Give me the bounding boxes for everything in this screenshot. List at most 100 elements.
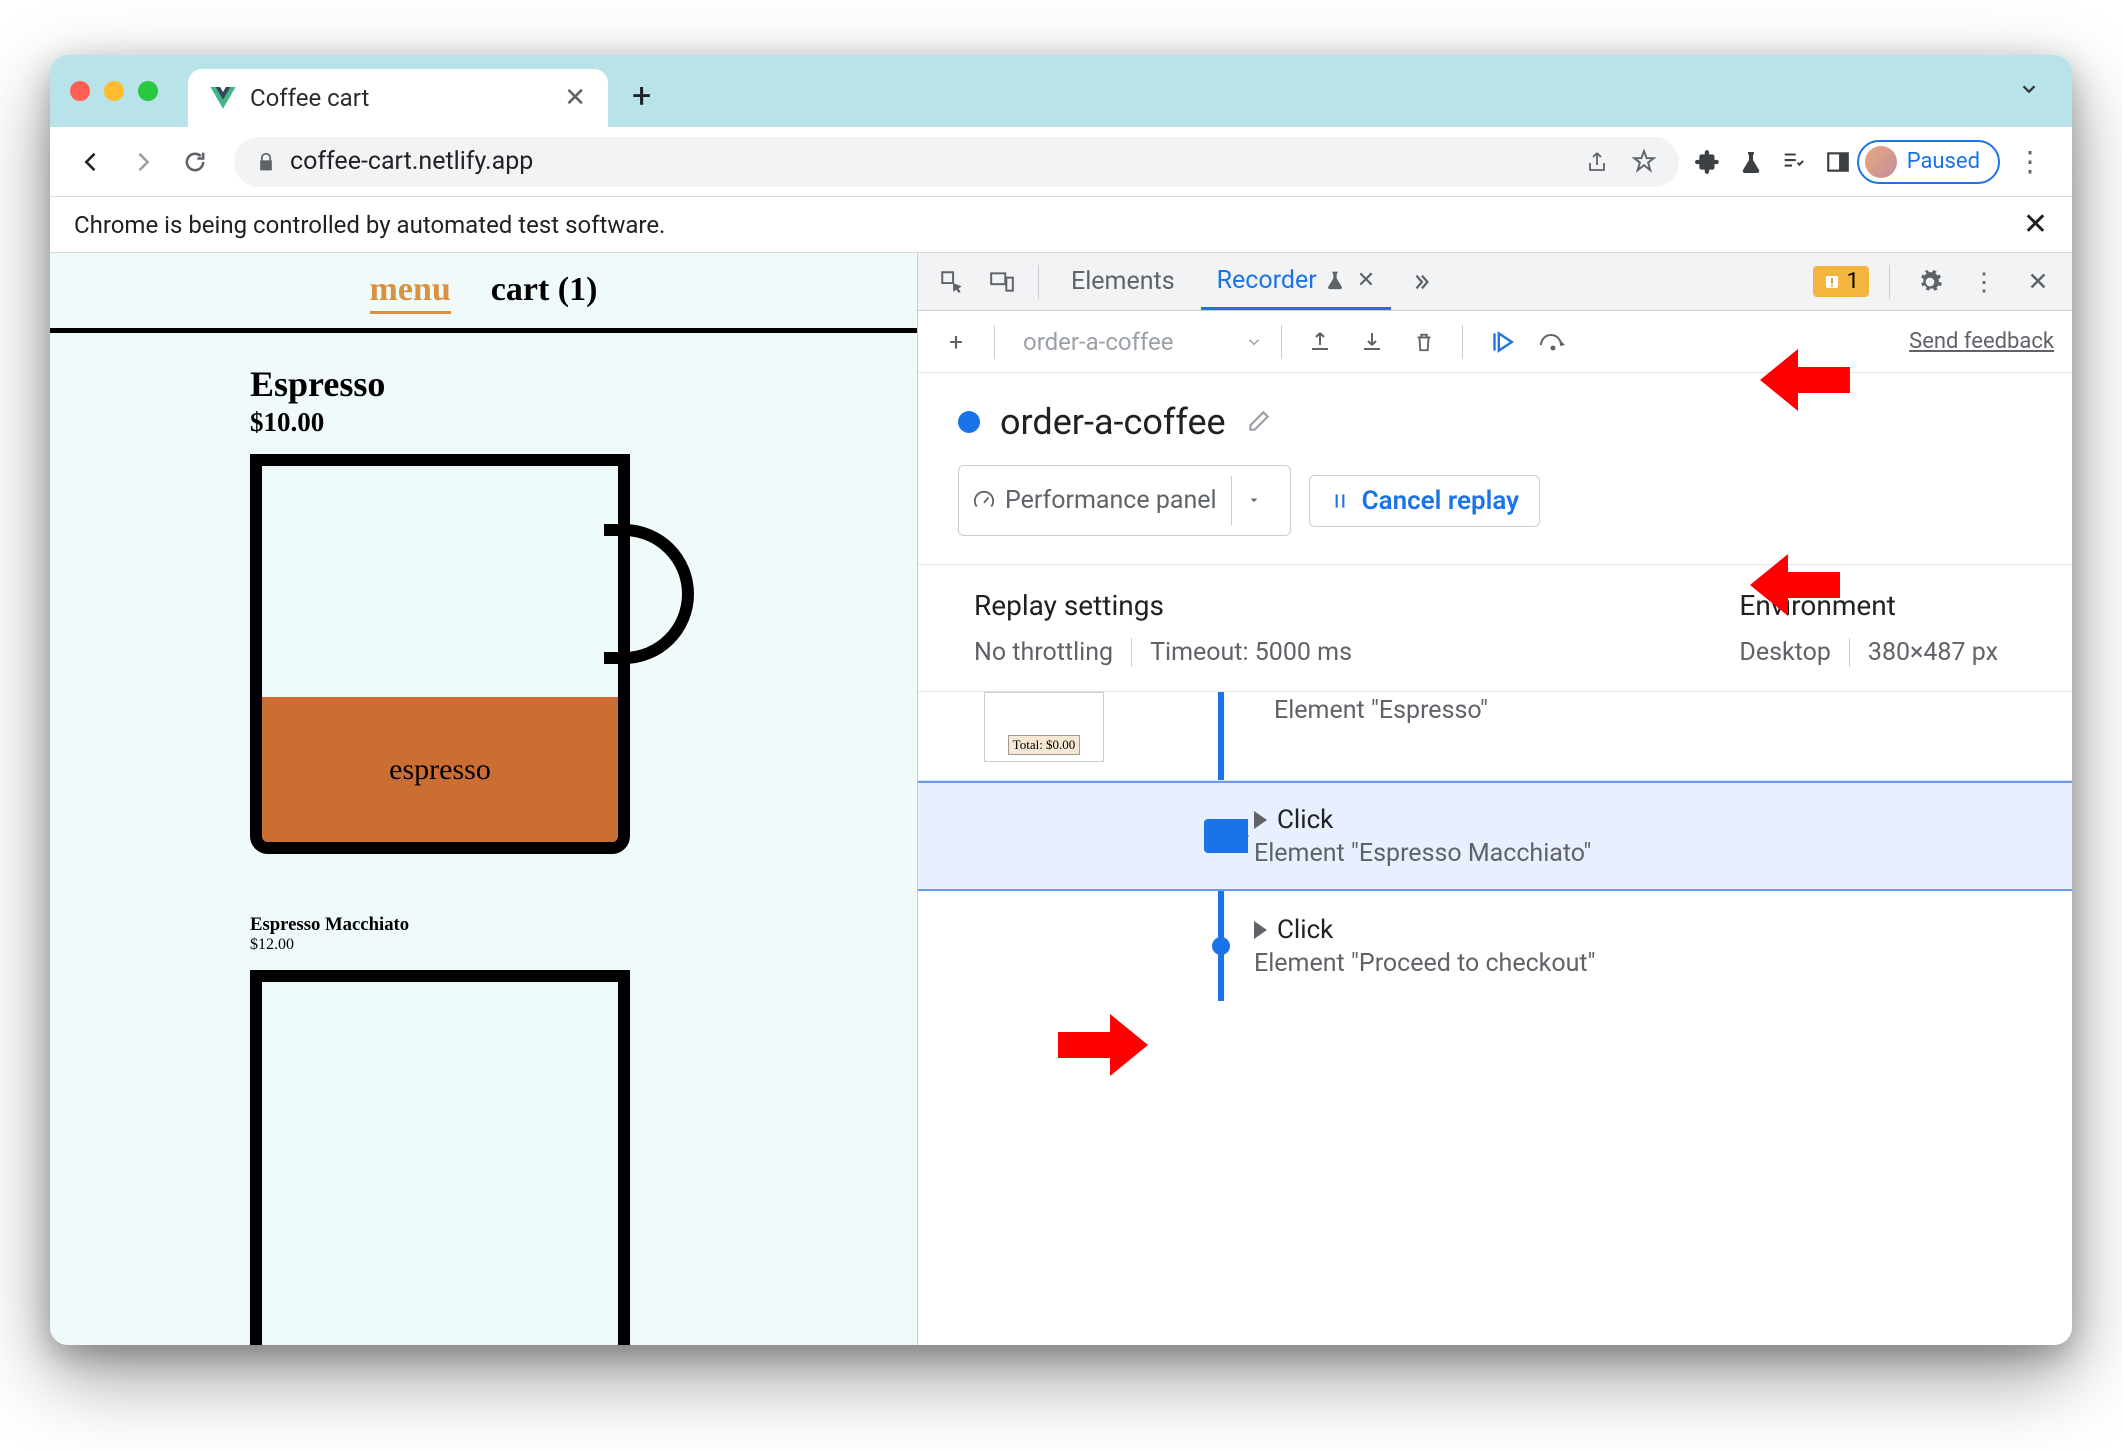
edit-name-icon[interactable] <box>1246 401 1272 443</box>
back-button[interactable] <box>68 139 114 185</box>
timeout-value[interactable]: Timeout: 5000 ms <box>1132 638 1370 667</box>
perf-dropdown-icon[interactable] <box>1231 476 1276 525</box>
paused-label: Paused <box>1907 149 1980 174</box>
titlebar: Coffee cart ✕ + <box>50 55 2072 127</box>
settings-row: Replay settings No throttling Timeout: 5… <box>918 564 2072 692</box>
step-row[interactable]: Total: $0.00 Element "Espresso" <box>918 692 2072 781</box>
browser-tab[interactable]: Coffee cart ✕ <box>188 69 608 127</box>
new-recording-button[interactable]: + <box>936 322 976 362</box>
step-marker <box>1212 937 1230 955</box>
performance-panel-button[interactable]: Performance panel <box>958 465 1291 536</box>
issues-badge[interactable]: 1 <box>1813 266 1869 297</box>
extension-icons <box>1695 149 1851 175</box>
recorder-toolbar: + order-a-coffee Send feedback <box>918 311 2072 373</box>
recording-select[interactable]: order-a-coffee <box>1013 324 1233 360</box>
step-thumbnail: Total: $0.00 <box>984 692 1104 762</box>
page-nav: menu cart (1) <box>50 253 917 333</box>
tab-overflow-icon[interactable] <box>2018 78 2040 104</box>
delete-icon[interactable] <box>1404 322 1444 362</box>
throttling-value[interactable]: No throttling <box>974 638 1132 667</box>
address-bar[interactable]: coffee-cart.netlify.app <box>234 137 1679 187</box>
product-name: Espresso <box>250 363 917 405</box>
infobar-text: Chrome is being controlled by automated … <box>74 211 665 239</box>
browser-toolbar: coffee-cart.netlify.app Paused ⋮ <box>50 127 2072 197</box>
annotation-arrow-icon <box>1760 345 1850 415</box>
automation-infobar: Chrome is being controlled by automated … <box>50 197 2072 253</box>
extensions-icon[interactable] <box>1695 149 1721 175</box>
step-title: Click <box>1277 915 1333 945</box>
maximize-window-button[interactable] <box>138 81 158 101</box>
infobar-close-icon[interactable]: ✕ <box>2023 207 2048 242</box>
flask-icon[interactable] <box>1739 149 1763 175</box>
tab-elements[interactable]: Elements <box>1055 255 1191 308</box>
send-feedback-link[interactable]: Send feedback <box>1909 329 2054 354</box>
nav-cart-link[interactable]: cart (1) <box>491 271 598 314</box>
reading-list-icon[interactable] <box>1781 149 1807 175</box>
product-name: Espresso Macchiato <box>250 914 917 936</box>
close-tab-icon[interactable]: ✕ <box>1357 268 1375 293</box>
chevron-down-icon[interactable] <box>1245 333 1263 351</box>
cancel-replay-button[interactable]: Cancel replay <box>1309 475 1540 527</box>
devtools-tabbar: Elements Recorder ✕ 1 ⋮ ✕ <box>918 253 2072 311</box>
flask-icon <box>1325 269 1345 291</box>
step-row-active[interactable]: Click Element "Espresso Macchiato" <box>918 781 2072 891</box>
pause-icon <box>1330 490 1350 512</box>
tab-title: Coffee cart <box>250 84 369 112</box>
cup-graphic[interactable] <box>250 970 690 1170</box>
devtools-panel: Elements Recorder ✕ 1 ⋮ ✕ <box>918 253 2072 1345</box>
vue-icon <box>210 87 236 109</box>
minimize-window-button[interactable] <box>104 81 124 101</box>
profile-paused-pill[interactable]: Paused <box>1857 140 2000 184</box>
page-content: menu cart (1) Espresso $10.00 espresso E… <box>50 253 918 1345</box>
close-window-button[interactable] <box>70 81 90 101</box>
step-over-icon[interactable] <box>1533 322 1573 362</box>
export-icon[interactable] <box>1300 322 1340 362</box>
more-tabs-icon[interactable] <box>1401 262 1441 302</box>
recorder-controls: Performance panel Cancel replay <box>918 465 2072 564</box>
avatar-icon <box>1865 146 1897 178</box>
step-row[interactable]: Click Element "Proceed to checkout" <box>918 891 2072 1001</box>
continue-replay-icon[interactable] <box>1481 322 1521 362</box>
warning-icon <box>1823 273 1841 291</box>
product-price: $10.00 <box>250 407 917 438</box>
product-macchiato: Espresso Macchiato $12.00 <box>50 884 917 1170</box>
recording-title: order-a-coffee <box>1000 401 1226 443</box>
annotation-arrow-icon <box>1058 1010 1148 1080</box>
steps-timeline: Total: $0.00 Element "Espresso" Click El… <box>918 692 2072 1001</box>
gauge-icon <box>973 490 995 512</box>
share-icon[interactable] <box>1585 150 1609 174</box>
browser-window: Coffee cart ✕ + coffee-cart.netlify.app <box>50 55 2072 1345</box>
reload-button[interactable] <box>172 139 218 185</box>
step-subtitle: Element "Espresso" <box>1274 696 1488 725</box>
devtools-menu-icon[interactable]: ⋮ <box>1964 262 2004 302</box>
url-text: coffee-cart.netlify.app <box>290 147 533 176</box>
product-price: $12.00 <box>250 936 917 954</box>
settings-gear-icon[interactable] <box>1910 262 1950 302</box>
import-icon[interactable] <box>1352 322 1392 362</box>
side-panel-icon[interactable] <box>1825 149 1851 175</box>
cup-fill-label: espresso <box>262 697 618 842</box>
expand-icon[interactable] <box>1254 921 1267 939</box>
forward-button[interactable] <box>120 139 166 185</box>
close-devtools-icon[interactable]: ✕ <box>2018 262 2058 302</box>
bookmark-star-icon[interactable] <box>1631 149 1657 175</box>
recording-status-dot <box>958 411 980 433</box>
recording-header: order-a-coffee <box>918 373 2072 465</box>
step-subtitle: Element "Proceed to checkout" <box>1254 949 1596 978</box>
env-viewport: 380×487 px <box>1850 638 2016 667</box>
replay-settings-header: Replay settings <box>974 589 1370 622</box>
step-subtitle: Element "Espresso Macchiato" <box>1254 839 1591 868</box>
new-tab-button[interactable]: + <box>632 76 651 116</box>
env-device: Desktop <box>1739 638 1849 667</box>
traffic-lights <box>70 81 158 101</box>
inspect-icon[interactable] <box>932 262 972 302</box>
nav-menu-link[interactable]: menu <box>370 271 451 314</box>
product-espresso: Espresso $10.00 espresso <box>50 333 917 884</box>
close-tab-icon[interactable]: ✕ <box>564 83 586 113</box>
browser-menu-button[interactable]: ⋮ <box>2006 145 2054 178</box>
cup-graphic[interactable]: espresso <box>250 454 690 864</box>
device-toggle-icon[interactable] <box>982 262 1022 302</box>
step-title: Click <box>1277 805 1333 835</box>
lock-icon <box>256 151 276 173</box>
tab-recorder[interactable]: Recorder ✕ <box>1201 254 1392 310</box>
